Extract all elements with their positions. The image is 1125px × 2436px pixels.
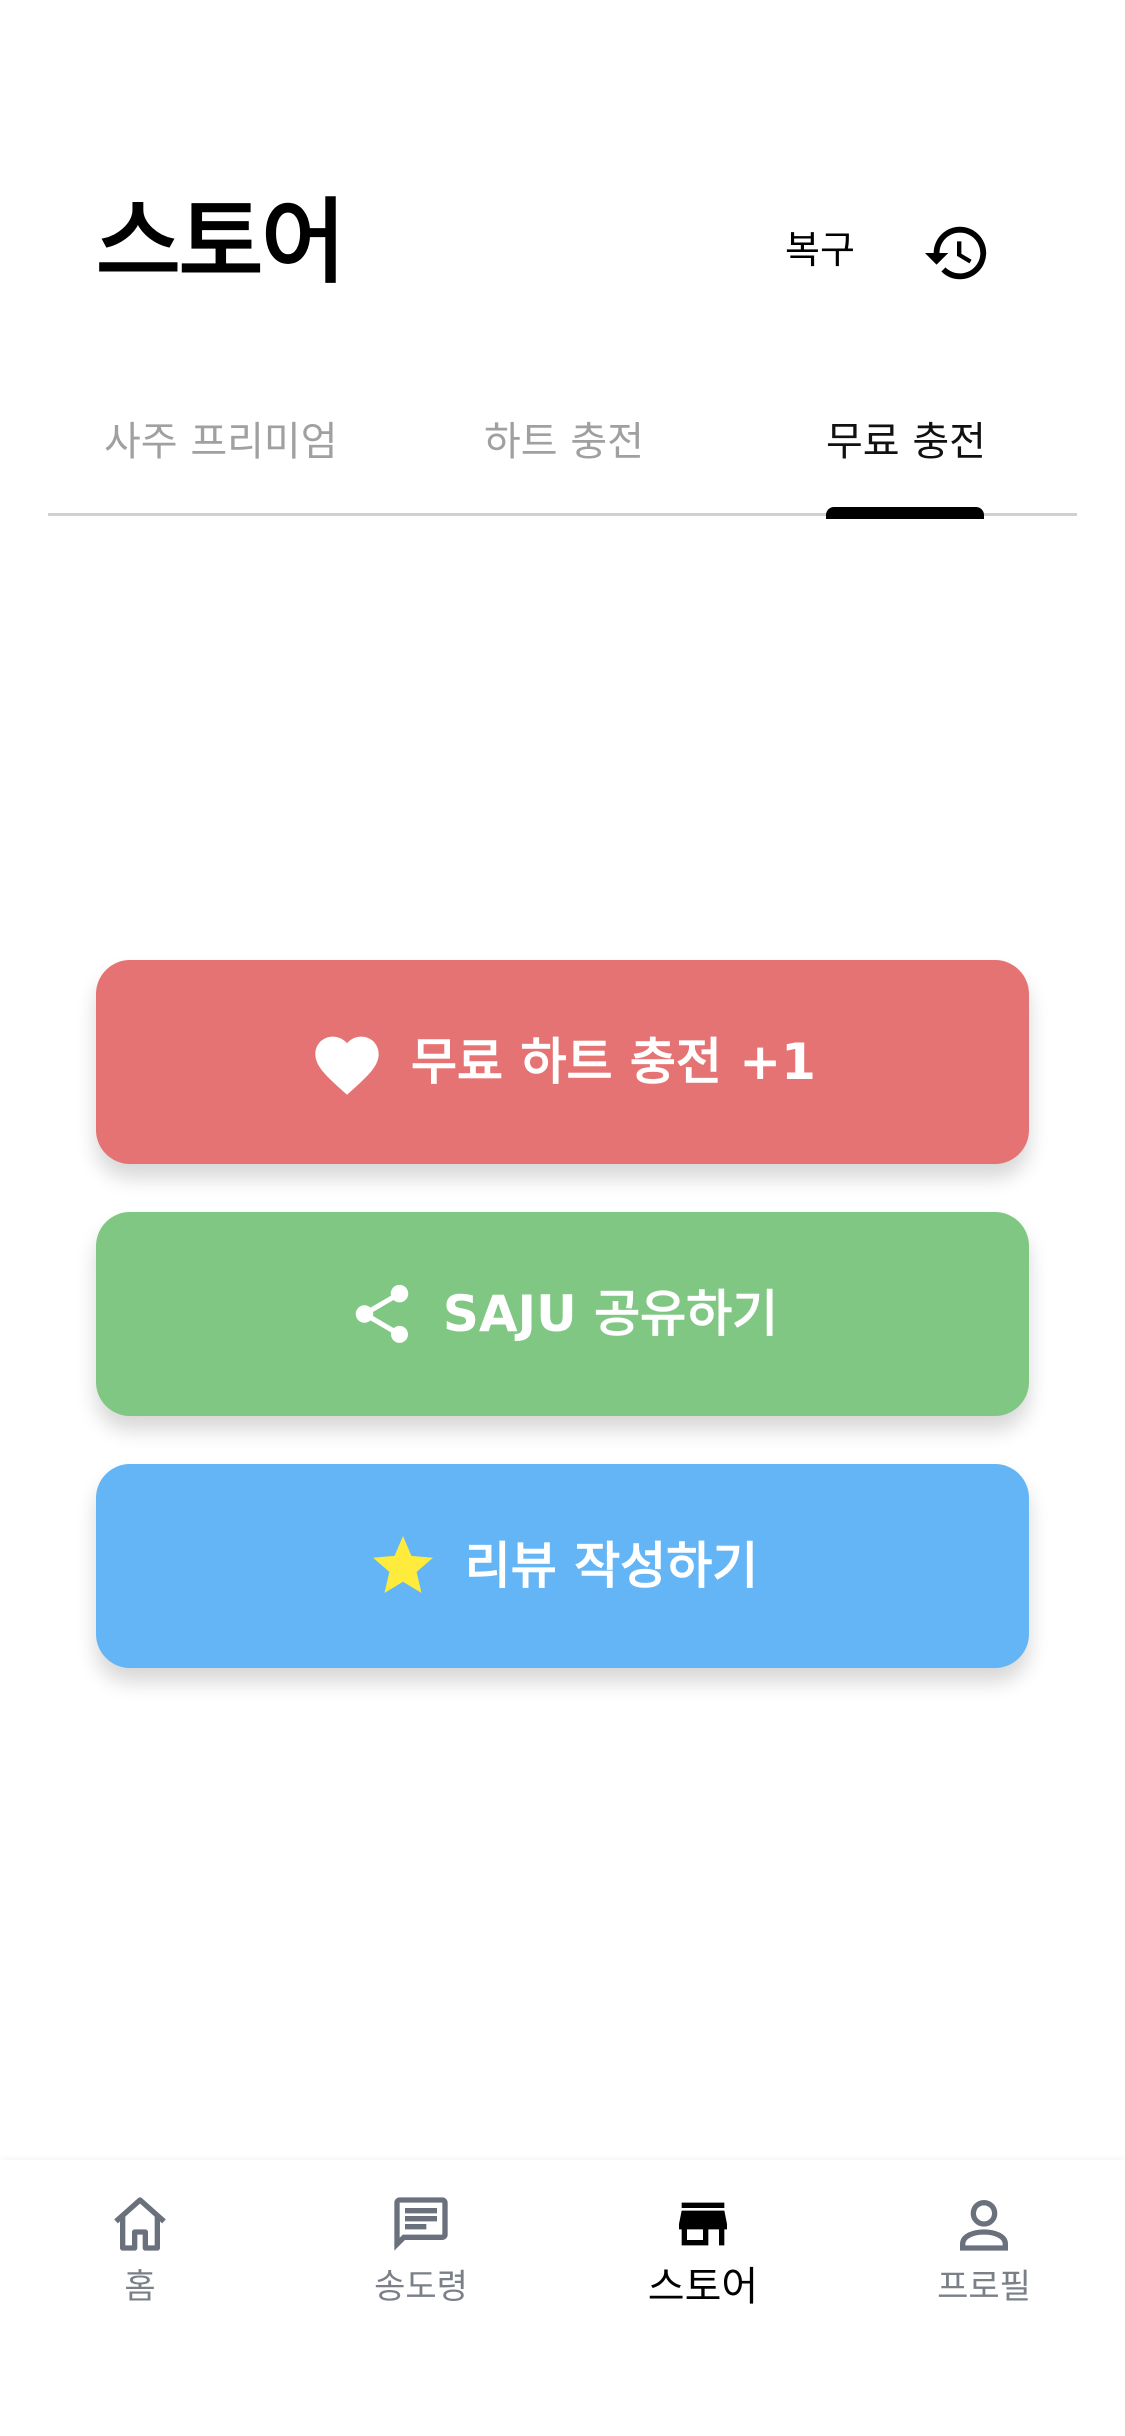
- heart-icon: [309, 1027, 385, 1097]
- nav-home[interactable]: 홈: [40, 2182, 240, 2332]
- star-icon: [367, 1530, 439, 1602]
- nav-chat-label: 송도령: [374, 2267, 468, 2307]
- nav-store[interactable]: 스토어: [603, 2182, 803, 2332]
- write-review-label: 리뷰 작성하기: [464, 1537, 759, 1595]
- write-review-button[interactable]: 리뷰 작성하기: [96, 1464, 1029, 1668]
- nav-profile-label: 프로필: [937, 2267, 1031, 2307]
- history-icon: [924, 226, 987, 280]
- free-heart-charge-button[interactable]: 무료 하트 충전 +1: [96, 960, 1029, 1164]
- profile-icon: [960, 2200, 1008, 2251]
- store-tabs: 사주 프리미엄 하트 충전 무료 충전: [48, 400, 1077, 519]
- free-heart-charge-label: 무료 하트 충전 +1: [411, 1033, 816, 1091]
- nav-chat[interactable]: 송도령: [321, 2182, 521, 2332]
- share-saju-label: SAJU 공유하기: [442, 1285, 779, 1343]
- tab-heart-charge[interactable]: 하트 충전: [484, 414, 644, 470]
- home-icon: [114, 2197, 166, 2251]
- bottom-navigation: 홈 송도령 스토어 프로필: [0, 2160, 1125, 2436]
- share-saju-button[interactable]: SAJU 공유하기: [96, 1212, 1029, 1416]
- restore-button[interactable]: 복구: [785, 222, 855, 278]
- nav-home-label: 홈: [124, 2267, 156, 2307]
- tab-free-charge[interactable]: 무료 충전: [826, 414, 986, 470]
- tab-saju-premium[interactable]: 사주 프리미엄: [104, 414, 338, 470]
- nav-store-label: 스토어: [647, 2264, 759, 2310]
- nav-profile[interactable]: 프로필: [884, 2182, 1084, 2332]
- history-button[interactable]: [922, 218, 992, 288]
- chat-icon: [394, 2197, 448, 2251]
- active-tab-indicator: [826, 507, 984, 519]
- share-icon: [347, 1279, 417, 1349]
- store-screen: 스토어 복구 사주 프리미엄 하트 충전 무료 충전 무료 하트 충전 +1 S…: [0, 0, 1125, 2436]
- store-icon: [679, 2202, 727, 2246]
- page-title: 스토어: [96, 189, 346, 296]
